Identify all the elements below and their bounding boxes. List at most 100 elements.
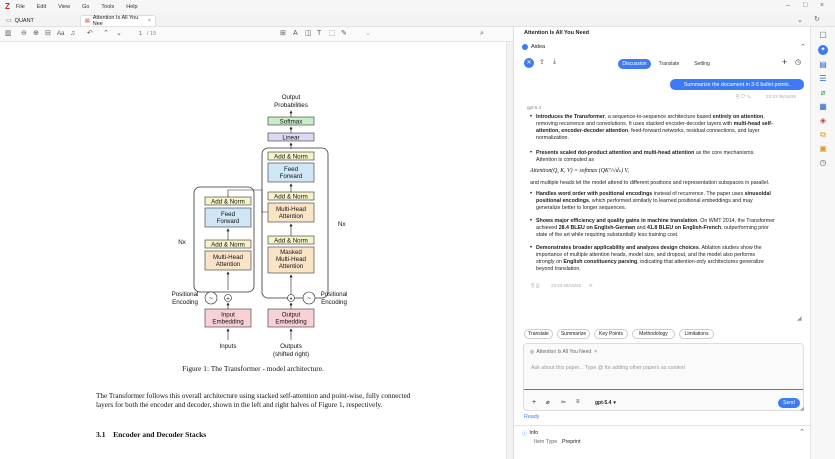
notes-sidebar-icon[interactable]: ▦ (818, 102, 828, 112)
menu-view[interactable]: View (58, 4, 70, 10)
user-msg-time: 23:43 06/16/26 (766, 94, 797, 99)
fit-page-icon[interactable]: ⊟ (45, 30, 51, 38)
chip-key-points[interactable]: Key Points (594, 329, 628, 339)
locate-sidebar-icon[interactable]: ▣ (818, 144, 828, 154)
read-aloud-icon[interactable]: ♫ (70, 30, 75, 38)
export-icon[interactable]: ⇪ (539, 58, 545, 66)
folder-icon: ▭ (6, 18, 12, 24)
zoom-in-icon[interactable]: ⊕ (33, 30, 39, 38)
chat-input[interactable]: Ask about this paper... Type @ for addin… (531, 365, 685, 371)
underline-icon[interactable]: A (293, 30, 298, 38)
decoder-masked-label-1: Masked (280, 249, 302, 256)
model-select[interactable]: gpt-5.4 ▾ (595, 400, 616, 406)
bullet-1-dot: • (530, 114, 533, 120)
body-paragraph: The Transformer follows this overall arc… (96, 392, 411, 409)
history-icon[interactable]: ◷ (795, 58, 801, 66)
menu-edit[interactable]: Edit (37, 4, 46, 10)
download-icon[interactable]: ⤓ (553, 58, 556, 66)
menu-go[interactable]: Go (82, 4, 89, 10)
menu-file[interactable]: File (16, 4, 25, 10)
send-button[interactable]: Send (778, 398, 800, 408)
linear-label: Linear (282, 135, 299, 142)
softmax-label: Softmax (280, 119, 304, 126)
abstract-sidebar-icon[interactable]: ☰ (818, 74, 828, 84)
decoder-pos-label-2: Encoding (321, 299, 347, 306)
info-sidebar-icon[interactable]: ▤ (818, 60, 828, 70)
sidebar-toggle-icon[interactable]: ▥ (5, 30, 12, 38)
tab-close-icon[interactable]: × (148, 18, 151, 24)
attachment-sidebar-icon[interactable]: ⌀ (818, 88, 828, 98)
attach-icon[interactable]: ⌀ (546, 399, 550, 406)
model-label: gpt-5.4 (527, 105, 542, 110)
context-tag[interactable]: ◎ Attention Is All You Need × (530, 349, 597, 355)
pdf-scrollbar[interactable] (506, 42, 513, 459)
minimize-icon[interactable]: – (786, 2, 790, 9)
pdf-toolbar: ▥ ⊖ ⊕ ⊟ Aa ♫ ↶ ⌃ ⌄ 1 / 15 ⊞ A ◫ T ⬚ ✎ ⌄ … (0, 27, 513, 42)
context-remove-icon[interactable]: × (594, 349, 597, 355)
menu-tools[interactable]: Tools (101, 4, 114, 10)
info-collapse-icon[interactable]: ⌃ (799, 428, 805, 436)
tab-setting[interactable]: Setting (686, 59, 718, 69)
page-down-icon[interactable]: ⌄ (116, 30, 122, 38)
add-icon[interactable]: + (532, 399, 536, 406)
tools-icon[interactable]: ✂ (561, 399, 566, 406)
sync-icon[interactable]: ↻ (814, 15, 820, 23)
decoder-cross-attn-label-2: Attention (279, 213, 304, 220)
tab-discussion[interactable]: Discussion (618, 59, 651, 69)
text-icon[interactable]: T (317, 30, 321, 38)
tab-paper[interactable]: ▤ Attention Is All You Nee × (80, 15, 156, 27)
response-actions-icon[interactable]: ⎘ ⎙ (531, 283, 539, 288)
chip-methodology[interactable]: Methodology (632, 329, 675, 339)
close-icon[interactable]: × (820, 2, 824, 9)
aidea-section-header[interactable]: Aidea (522, 44, 545, 50)
decoder-addnorm-1-label: Add & Norm (274, 238, 308, 245)
input-focus-line (524, 389, 803, 390)
chip-translate[interactable]: Translate (524, 329, 553, 339)
ink-icon[interactable]: ✎ (341, 30, 347, 38)
regenerate-icon[interactable]: ⟳ (589, 283, 593, 289)
user-msg-actions-icon[interactable]: ⎘ ⟳ ✎ (736, 94, 751, 99)
back-icon[interactable]: ↶ (87, 30, 93, 38)
panel-toggle-icon[interactable]: ▢ (818, 30, 828, 40)
encoder-addnorm-1-label: Add & Norm (211, 242, 245, 249)
chevron-down-icon[interactable]: ⌄ (797, 16, 803, 24)
decoder-masked-label-3: Attention (279, 263, 304, 270)
menu-help[interactable]: Help (126, 4, 137, 10)
new-chat-icon[interactable]: + (782, 57, 787, 67)
tags-sidebar-icon[interactable]: ◈ (818, 116, 828, 126)
item-type-label: Item Type (534, 439, 558, 445)
tab-library[interactable]: ▭ QUANT (2, 15, 38, 26)
input-resize-icon[interactable]: ◢ (800, 406, 804, 412)
page-up-icon[interactable]: ⌃ (103, 30, 109, 38)
pdf-viewer[interactable]: Output Probabilities Softmax Linear Add … (0, 42, 506, 459)
font-size-icon[interactable]: Aa (57, 30, 64, 38)
decoder-masked-label-2: Multi-Head (276, 256, 306, 263)
bullet-4: Shows major efficiency and quality gains… (536, 218, 775, 238)
chip-summarize[interactable]: Summarize (557, 329, 590, 339)
encoder-pos-label-2: Encoding (172, 299, 198, 306)
format-icon[interactable]: ≡ (576, 399, 580, 405)
chip-limitations[interactable]: Limitations (679, 329, 714, 339)
area-icon[interactable]: ⬚ (329, 30, 336, 38)
zoom-out-icon[interactable]: ⊖ (21, 30, 27, 38)
related-sidebar-icon[interactable]: ⧉ (818, 130, 828, 140)
encoder-addnorm-2-label: Add & Norm (211, 199, 245, 206)
info-section-header[interactable]: ⓘ Info (522, 429, 538, 437)
decoder-addnorm-3-label: Add & Norm (274, 154, 308, 161)
resize-handle-icon[interactable]: ◢ (797, 315, 802, 322)
collapse-icon[interactable]: ⌃ (800, 43, 806, 51)
bullet-2-dot: • (530, 150, 533, 156)
encoder-self-attn-label-2: Attention (216, 261, 241, 268)
page-total: / 15 (147, 31, 157, 37)
color-picker-icon[interactable]: ⌄ (365, 30, 371, 38)
maximize-icon[interactable]: □ (803, 2, 807, 9)
history-sidebar-icon[interactable]: ◷ (818, 158, 828, 168)
panel-title: Attention Is All You Need (524, 30, 589, 36)
highlight-icon[interactable]: ⊞ (280, 30, 286, 38)
note-icon[interactable]: ◫ (305, 30, 312, 38)
pdf-icon: ▤ (85, 18, 90, 24)
search-icon[interactable]: ⌕ (480, 30, 484, 38)
page-number-input[interactable]: 1 (139, 30, 142, 38)
aidea-sidebar-icon[interactable]: ✦ (818, 45, 828, 55)
tab-translate[interactable]: Translate (653, 59, 685, 69)
